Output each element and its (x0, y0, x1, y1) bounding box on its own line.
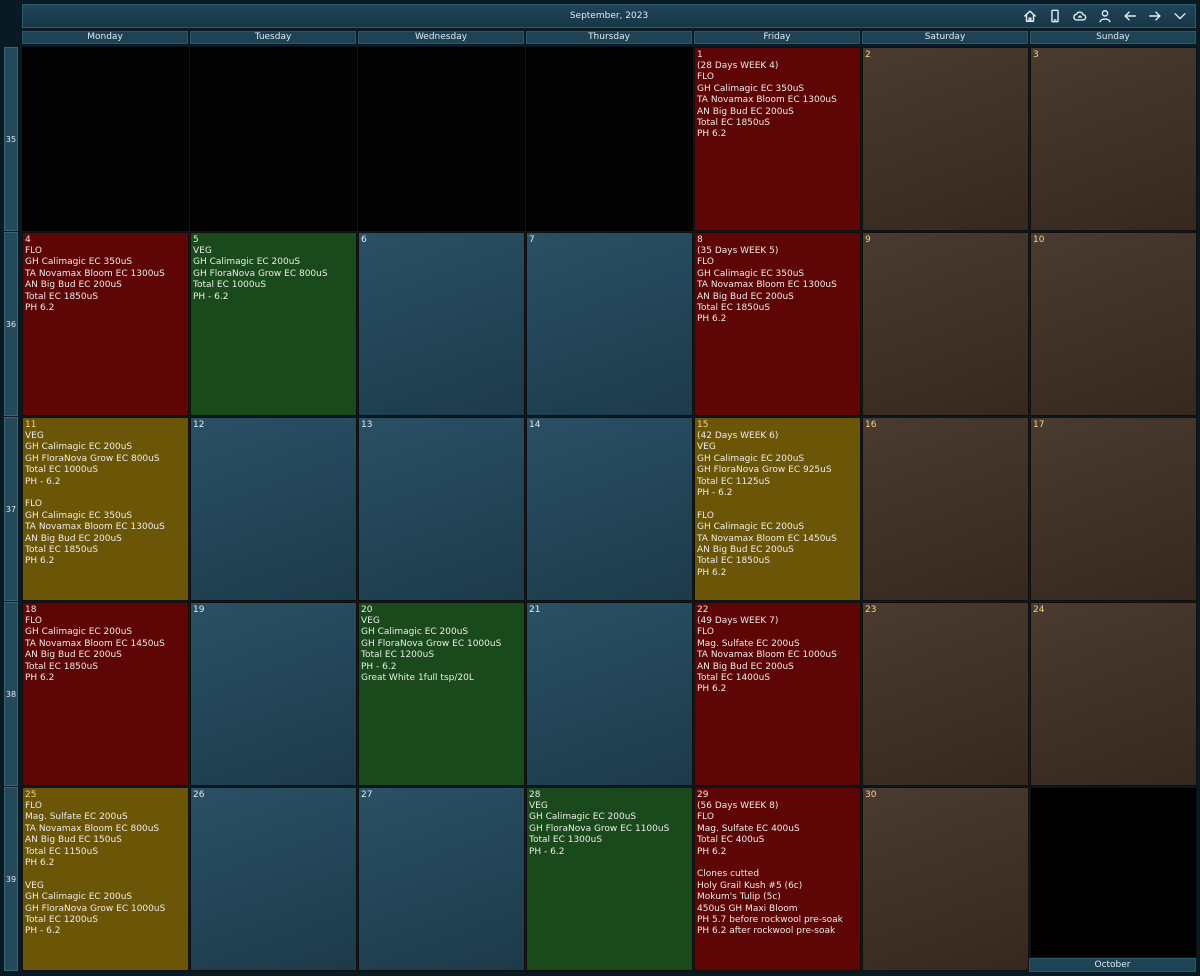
day-notes: VEG GH Calimagic EC 200uS GH FloraNova G… (193, 246, 328, 302)
day-cell-friday[interactable]: 1 (28 Days WEEK 4) FLO GH Calimagic EC 35… (694, 47, 861, 231)
toolbar-icons (1020, 5, 1189, 27)
day-cell-saturday[interactable]: 30 (862, 787, 1029, 971)
empty-day-cell (358, 47, 525, 231)
day-notes: FLO Mag. Sulfate EC 200uS TA Novamax Blo… (25, 801, 166, 937)
day-number: 23 (865, 605, 877, 615)
day-number: 10 (1033, 235, 1045, 245)
day-number: 30 (865, 790, 877, 800)
weekday-header-friday: Friday (694, 31, 860, 44)
day-cell-sunday[interactable]: 24 (1030, 602, 1197, 786)
day-notes: VEG GH Calimagic EC 200uS GH FloraNova G… (529, 801, 670, 857)
day-number: 25 (25, 790, 37, 800)
day-number: 29 (697, 790, 709, 800)
day-cell-tuesday[interactable]: 26 (190, 787, 357, 971)
day-number: 17 (1033, 420, 1045, 430)
day-notes: FLO GH Calimagic EC 350uS TA Novamax Blo… (25, 246, 165, 314)
day-cell-saturday[interactable]: 16 (862, 417, 1029, 601)
weekday-header-saturday: Saturday (862, 31, 1028, 44)
week-number[interactable]: 37 (4, 417, 18, 601)
empty-day-cell (526, 47, 693, 231)
day-cell-saturday[interactable]: 23 (862, 602, 1029, 786)
week-number[interactable]: 38 (4, 602, 18, 786)
day-number: 27 (361, 790, 373, 800)
day-number: 14 (529, 420, 541, 430)
day-cell-friday[interactable]: 29 (56 Days WEEK 8) FLO Mag. Sulfate EC 4… (694, 787, 861, 971)
day-cell-thursday[interactable]: 28 VEG GH Calimagic EC 200uS GH FloraNova… (526, 787, 693, 971)
day-cell-wednesday[interactable]: 13 (358, 417, 525, 601)
day-number: 8 (697, 235, 703, 245)
day-notes: FLO GH Calimagic EC 200uS TA Novamax Blo… (25, 616, 165, 684)
day-notes: (42 Days WEEK 6) VEG GH Calimagic EC 200… (697, 431, 837, 578)
day-number: 15 (697, 420, 709, 430)
day-cell-sunday[interactable]: 10 (1030, 232, 1197, 416)
empty-day-cell (22, 47, 189, 231)
day-notes: (28 Days WEEK 4) FLO GH Calimagic EC 350… (697, 61, 837, 140)
day-cell-monday[interactable]: 11 VEG GH Calimagic EC 200uS GH FloraNova… (22, 417, 189, 601)
calendar-titlebar: September, 2023 (22, 4, 1196, 28)
day-notes: VEG GH Calimagic EC 200uS GH FloraNova G… (25, 431, 165, 567)
day-number: 22 (697, 605, 709, 615)
day-number: 28 (529, 790, 541, 800)
chevron-down-icon[interactable] (1170, 6, 1189, 26)
day-number: 1 (697, 50, 703, 60)
sync-icon[interactable] (1070, 6, 1089, 26)
week-number[interactable]: 36 (4, 232, 18, 416)
day-cell-sunday[interactable]: 3 (1030, 47, 1197, 231)
day-number: 4 (25, 235, 31, 245)
day-cell-saturday[interactable]: 2 (862, 47, 1029, 231)
arrow-left-icon[interactable] (1120, 6, 1139, 26)
day-notes: (35 Days WEEK 5) FLO GH Calimagic EC 350… (697, 246, 837, 325)
day-cell-monday[interactable]: 4 FLO GH Calimagic EC 350uS TA Novamax Bl… (22, 232, 189, 416)
day-cell-thursday[interactable]: 21 (526, 602, 693, 786)
weekday-header-sunday: Sunday (1030, 31, 1196, 44)
day-cell-monday[interactable]: 25 FLO Mag. Sulfate EC 200uS TA Novamax B… (22, 787, 189, 971)
day-notes: (56 Days WEEK 8) FLO Mag. Sulfate EC 400… (697, 801, 843, 937)
day-number: 20 (361, 605, 373, 615)
day-number: 12 (193, 420, 205, 430)
day-cell-wednesday[interactable]: 27 (358, 787, 525, 971)
week-number[interactable]: 35 (4, 47, 18, 231)
day-number: 19 (193, 605, 205, 615)
day-cell-tuesday[interactable]: 5 VEG GH Calimagic EC 200uS GH FloraNova … (190, 232, 357, 416)
user-icon[interactable] (1095, 6, 1114, 26)
day-cell-saturday[interactable]: 9 (862, 232, 1029, 416)
day-cell-thursday[interactable]: 14 (526, 417, 693, 601)
day-number: 18 (25, 605, 37, 615)
day-cell-wednesday[interactable]: 6 (358, 232, 525, 416)
empty-day-cell (190, 47, 357, 231)
day-number: 16 (865, 420, 877, 430)
day-number: 13 (361, 420, 373, 430)
next-month-label[interactable]: October (1029, 958, 1196, 972)
day-notes: (49 Days WEEK 7) FLO Mag. Sulfate EC 200… (697, 616, 837, 695)
day-number: 24 (1033, 605, 1045, 615)
week-number[interactable]: 39 (4, 787, 18, 971)
weekday-header-wednesday: Wednesday (358, 31, 524, 44)
day-cell-thursday[interactable]: 7 (526, 232, 693, 416)
day-cell-tuesday[interactable]: 19 (190, 602, 357, 786)
day-number: 11 (25, 420, 37, 430)
day-cell-friday[interactable]: 8 (35 Days WEEK 5) FLO GH Calimagic EC 35… (694, 232, 861, 416)
day-cell-wednesday[interactable]: 20 VEG GH Calimagic EC 200uS GH FloraNova… (358, 602, 525, 786)
day-cell-friday[interactable]: 22 (49 Days WEEK 7) FLO Mag. Sulfate EC 2… (694, 602, 861, 786)
day-notes: VEG GH Calimagic EC 200uS GH FloraNova G… (361, 616, 502, 684)
weekday-header-tuesday: Tuesday (190, 31, 356, 44)
day-cell-friday[interactable]: 15 (42 Days WEEK 6) VEG GH Calimagic EC 2… (694, 417, 861, 601)
day-cell-sunday[interactable]: 17 (1030, 417, 1197, 601)
day-number: 3 (1033, 50, 1039, 60)
day-cell-sunday[interactable] (1030, 787, 1197, 958)
day-number: 7 (529, 235, 535, 245)
day-number: 26 (193, 790, 205, 800)
day-cell-monday[interactable]: 18 FLO GH Calimagic EC 200uS TA Novamax B… (22, 602, 189, 786)
day-number: 21 (529, 605, 541, 615)
day-number: 9 (865, 235, 871, 245)
day-number: 2 (865, 50, 871, 60)
home-icon[interactable] (1020, 6, 1039, 26)
arrow-right-icon[interactable] (1145, 6, 1164, 26)
day-number: 6 (361, 235, 367, 245)
weekday-header-thursday: Thursday (526, 31, 692, 44)
day-cell-tuesday[interactable]: 12 (190, 417, 357, 601)
phone-icon[interactable] (1045, 6, 1064, 26)
day-number: 5 (193, 235, 199, 245)
weekday-header-monday: Monday (22, 31, 188, 44)
